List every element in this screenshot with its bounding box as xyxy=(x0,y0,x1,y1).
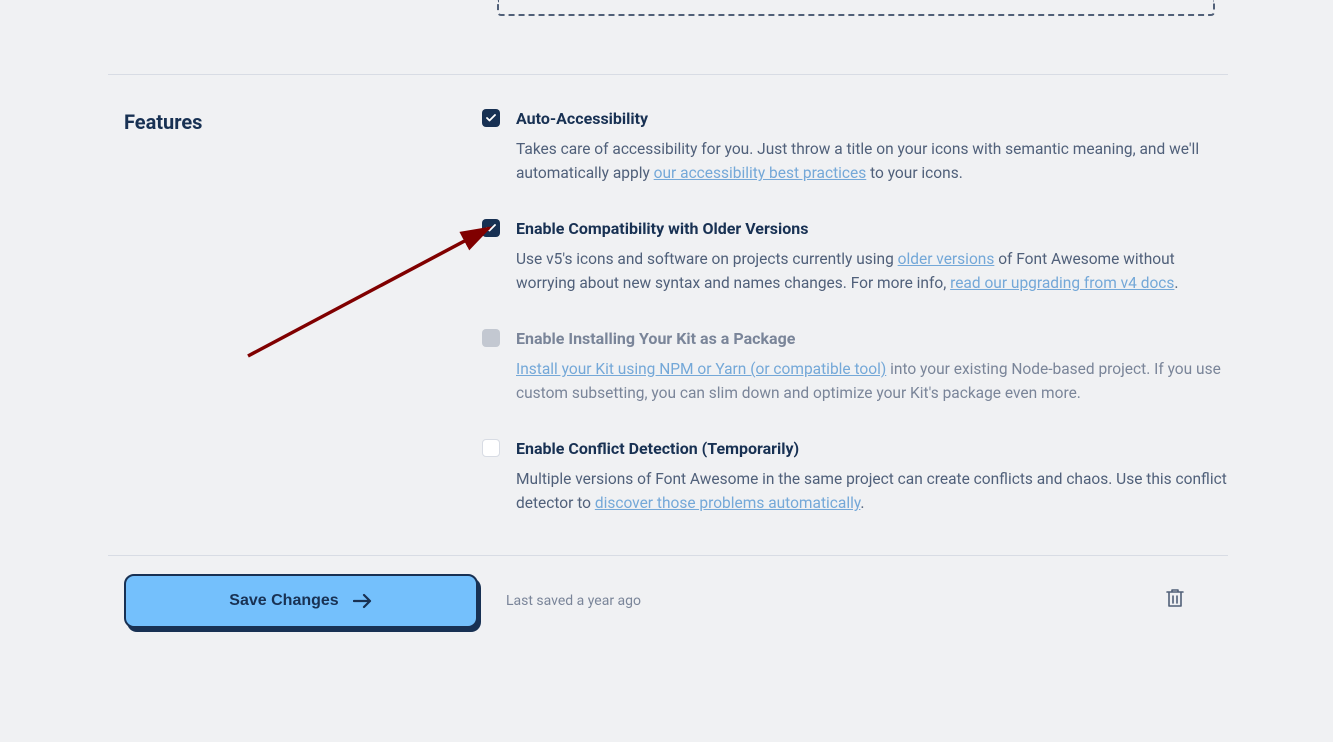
feature-description: Use v5's icons and software on projects … xyxy=(516,247,1228,295)
feature-description: Takes care of accessibility for you. Jus… xyxy=(516,137,1228,185)
feature-conflict-detection: Enable Conflict Detection (Temporarily) … xyxy=(482,437,1228,515)
save-button[interactable]: Save Changes xyxy=(124,574,478,628)
feature-description: Multiple versions of Font Awesome in the… xyxy=(516,467,1228,515)
feature-title: Enable Installing Your Kit as a Package xyxy=(516,327,1228,351)
section-heading: Features xyxy=(124,107,482,137)
feature-title: Enable Compatibility with Older Versions xyxy=(516,217,1228,241)
link-install-kit-npm[interactable]: Install your Kit using NPM or Yarn (or c… xyxy=(516,360,886,378)
link-discover-conflicts[interactable]: discover those problems automatically xyxy=(595,494,861,512)
features-section: Features Auto-Accessibility Takes care o… xyxy=(108,75,1228,555)
arrow-right-icon xyxy=(353,593,373,609)
checkbox-compatibility[interactable] xyxy=(482,219,500,237)
feature-auto-accessibility: Auto-Accessibility Takes care of accessi… xyxy=(482,107,1228,185)
feature-title: Auto-Accessibility xyxy=(516,107,1228,131)
text: . xyxy=(860,494,864,512)
feature-compatibility: Enable Compatibility with Older Versions… xyxy=(482,217,1228,295)
text: to your icons. xyxy=(866,164,963,182)
text: . xyxy=(1174,274,1178,292)
dashed-dropzone-bottom xyxy=(497,0,1215,16)
footer-bar: Save Changes Last saved a year ago xyxy=(108,556,1228,656)
feature-title: Enable Conflict Detection (Temporarily) xyxy=(516,437,1228,461)
last-saved-text: Last saved a year ago xyxy=(506,591,1138,612)
checkbox-auto-accessibility[interactable] xyxy=(482,109,500,127)
save-button-label: Save Changes xyxy=(229,592,338,610)
checkbox-conflict-detection[interactable] xyxy=(482,439,500,457)
link-accessibility-best-practices[interactable]: our accessibility best practices xyxy=(654,164,867,182)
link-upgrading-docs[interactable]: read our upgrading from v4 docs xyxy=(950,274,1174,292)
feature-kit-package: Enable Installing Your Kit as a Package … xyxy=(482,327,1228,405)
feature-description: Install your Kit using NPM or Yarn (or c… xyxy=(516,357,1228,405)
link-older-versions[interactable]: older versions xyxy=(898,250,995,268)
trash-icon xyxy=(1166,588,1184,608)
text: Use v5's icons and software on projects … xyxy=(516,250,898,268)
delete-button[interactable] xyxy=(1166,588,1212,615)
checkbox-kit-package xyxy=(482,329,500,347)
